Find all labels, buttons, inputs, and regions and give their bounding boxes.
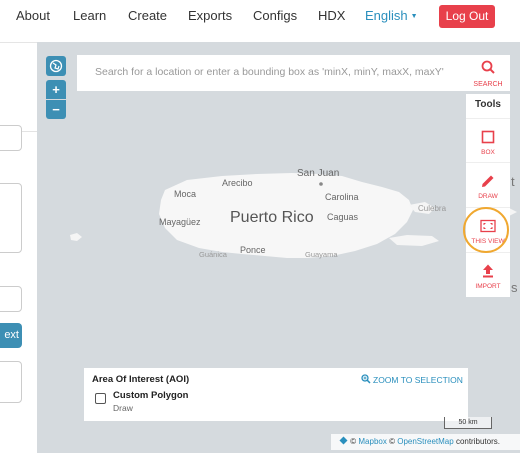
tool-import-label: IMPORT [475,283,501,290]
globe-icon [49,59,63,73]
attribution-suffix: contributors. [455,437,500,446]
nav-about[interactable]: About [16,8,50,23]
tool-box-button[interactable]: BOX [466,118,510,160]
nav-learn[interactable]: Learn [73,8,106,23]
caret-down-icon: ▼ [410,13,418,20]
aoi-item-type: Draw [113,403,133,413]
place-puerto-rico: Puerto Rico [230,209,314,226]
aoi-item-name: Custom Polygon [113,390,189,401]
pencil-icon [482,175,494,187]
vieques-island [389,235,439,246]
nav-configs[interactable]: Configs [253,8,297,23]
nav-exports[interactable]: Exports [188,8,232,23]
copyright-symbol: © [350,437,357,446]
tools-title: Tools [475,99,501,110]
left-form-panel: ext [0,42,37,453]
search-placeholder: Search for a location or enter a boundin… [95,66,444,78]
square-icon [481,130,495,144]
basemap-toggle-button[interactable] [46,56,66,76]
aoi-title: Area Of Interest (AOI) [92,374,190,385]
mona-island [70,233,82,241]
san-juan-marker [319,182,323,186]
search-icon [481,60,495,74]
extra-field[interactable] [0,361,22,403]
search-button-label: SEARCH [473,81,503,88]
nav-create[interactable]: Create [128,8,167,23]
aoi-checkbox[interactable] [95,393,106,404]
mapbox-logo-icon [339,436,348,445]
place-guanica: Guánica [199,250,227,259]
map-attribution: © Mapbox © OpenStreetMap contributors. [331,434,520,450]
tool-draw-label: DRAW [478,193,498,200]
search-button[interactable]: SEARCH [466,55,510,91]
tool-draw-button[interactable]: DRAW [466,162,510,204]
place-san-juan: San Juan [297,168,340,179]
zoom-to-selection-link[interactable]: ZOOM TO SELECTION [361,374,463,385]
mapbox-link[interactable]: Mapbox [358,437,386,446]
tool-import-button[interactable]: IMPORT [466,252,510,294]
copyright-symbol-2: © [389,437,395,446]
language-dropdown[interactable]: English ▼ [365,8,418,23]
place-guayama: Guayama [305,250,338,259]
location-search[interactable]: Search for a location or enter a boundin… [77,55,466,91]
scale-bar: 50 km [444,417,492,429]
map-view[interactable]: San Juan Arecibo Moca Carolina Puerto Ri… [37,42,520,453]
place-culebra: Culebra [418,204,447,213]
place-carolina: Carolina [325,192,359,202]
tool-box-label: BOX [481,149,495,156]
zoom-in-button[interactable]: + [46,80,66,99]
upload-icon [483,264,493,278]
edge-label-t: t [511,174,515,189]
name-field[interactable] [0,125,22,151]
top-navbar: About Learn Create Exports Configs HDX E… [0,0,520,42]
highlight-ring [463,207,509,253]
openstreetmap-link[interactable]: OpenStreetMap [397,437,453,446]
logout-button[interactable]: Log Out [439,5,495,28]
next-button[interactable]: ext [0,323,22,348]
aoi-panel: Area Of Interest (AOI) ZOOM TO SELECTION… [84,368,468,421]
zoom-to-selection-label: ZOOM TO SELECTION [373,375,463,385]
language-label: English [365,8,408,23]
zoom-out-button[interactable]: − [46,100,66,119]
place-caguas: Caguas [327,212,359,222]
zoom-search-icon [361,374,371,384]
place-ponce: Ponce [240,245,266,255]
place-arecibo: Arecibo [222,178,253,188]
place-moca: Moca [174,189,197,199]
place-mayaguez: Mayagüez [159,217,201,227]
description-field[interactable] [0,183,22,253]
edge-label-s: s [511,280,518,295]
nav-hdx[interactable]: HDX [318,8,345,23]
tools-panel: Tools BOX DRAW THIS VIEW IMPORT [466,94,510,297]
project-field[interactable] [0,286,22,312]
